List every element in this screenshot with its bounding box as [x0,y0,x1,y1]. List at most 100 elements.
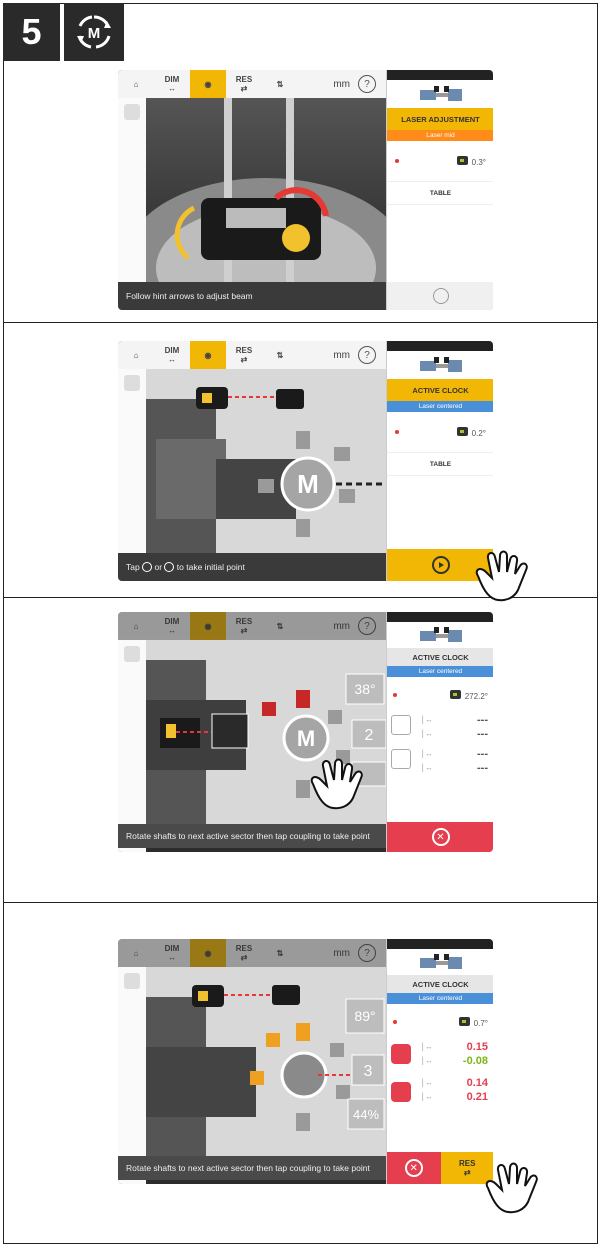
horizontal-icon [391,749,411,769]
view-icon[interactable] [124,973,140,989]
sensor-reading: 0.3° [387,141,493,181]
side-panel: LASER ADJUSTMENT Laser mid 0.3° TABLE [386,70,493,310]
toolbar: ⌂ DIM ↔ ◉ RES ⇄ ⇅ mm ? [118,341,386,370]
side-panel: ACTIVE CLOCK Laser centered 0.7° │↔ 0.15 … [386,939,493,1184]
laser-status: Laser mid [387,130,493,141]
table-button[interactable]: TABLE [387,181,493,205]
move-tab[interactable]: ⇅ [262,939,298,967]
tablet-initial-point: ⌂ DIM ↔ ◉ RES ⇄ ⇅ mm ? M Tap or to take … [118,341,493,581]
quality-percent: 44% [353,1107,379,1122]
results-arrow-icon: ⇄ [463,1168,471,1177]
tap-hand-icon [310,758,363,810]
move-tab[interactable]: ⇅ [262,70,298,98]
toolbar: ⌂ DIM ↔ ◉ RES ⇄ ⇅ mm ? [118,70,386,99]
home-icon[interactable]: ⌂ [118,70,154,98]
results-tab[interactable]: RES ⇄ [226,70,262,98]
toolbar: ⌂ DIM ↔ ◉ RES ⇄ ⇅ mm ? [118,612,386,641]
results-tab[interactable]: RES ⇄ [226,612,262,640]
units-label[interactable]: mm [333,79,350,90]
help-icon[interactable]: ? [358,75,376,93]
laser-dot [393,693,397,697]
cancel-button[interactable]: ✕ [387,822,493,852]
record-icon [142,562,153,572]
measure-tab[interactable]: ◉ [190,612,226,640]
laser-status: Laser centered [387,993,493,1004]
laser-dot [393,1020,397,1024]
hint-caption: Rotate shafts to next active sector then… [118,1156,386,1180]
side-panel: ACTIVE CLOCK Laser centered 272.2° │↔ ---… [386,612,493,852]
coupling-label: M [297,726,315,751]
measure-tab[interactable]: ◉ [190,939,226,967]
results-table: │↔ --- │↔ --- │↔ --- │↔ --- [387,713,493,783]
bottom-actions: ✕ RES ⇄ [387,1152,493,1184]
sensor-icon [456,155,468,165]
measure-mode-icon: M [64,3,124,61]
status-bar [387,939,493,949]
status-bar [387,70,493,80]
side-toolbar [118,640,146,852]
home-icon[interactable]: ⌂ [118,612,154,640]
help-icon[interactable]: ? [358,617,376,635]
home-icon[interactable]: ⌂ [118,939,154,967]
tablet-rotate-shafts-2: ⌂ DIM ↔ ◉ RES ⇄ ⇅ mm ? 89° 3 44% Rotate … [118,939,493,1184]
side-toolbar [118,98,146,310]
sensor-reading: 0.2° [387,412,493,452]
view-icon[interactable] [124,375,140,391]
hint-caption: Rotate shafts to next active sector then… [118,824,386,848]
3d-scene: M [146,369,386,581]
view-icon[interactable] [124,646,140,662]
vertical-icon [391,715,411,735]
3d-scene: 89° 3 44% [146,967,386,1160]
tap-hand-icon [485,1162,538,1214]
laser-dot [395,430,399,434]
results-table: │↔ 0.15 │↔ -0.08 │↔ 0.14 │↔ 0.21 [387,1040,493,1116]
step-number: 5 [3,3,60,61]
results-tab[interactable]: RES ⇄ [226,939,262,967]
mode-header: ACTIVE CLOCK [387,648,493,666]
point-count: 2 [365,727,374,744]
machine-icon [387,949,493,975]
status-bar [387,612,493,622]
machine-icon [387,351,493,379]
angle-readout: 89° [354,1008,375,1024]
close-icon: ✕ [431,828,450,846]
move-tab[interactable]: ⇅ [262,612,298,640]
units-label[interactable]: mm [333,621,350,632]
coupling-icon [164,562,175,572]
3d-scene [146,98,386,310]
tap-hand-icon [475,550,528,602]
measure-tab[interactable]: ◉ [190,341,226,369]
cancel-button[interactable]: ✕ [387,1152,441,1184]
status-bar [387,341,493,351]
measure-tab[interactable]: ◉ [190,70,226,98]
machine-icon [387,80,493,108]
view-icon[interactable] [124,104,140,120]
mode-header: LASER ADJUSTMENT [387,108,493,130]
point-count: 3 [364,1063,373,1080]
take-point-button[interactable] [387,282,493,310]
machine-icon [387,622,493,648]
record-icon [431,556,450,574]
results-tab[interactable]: RES ⇄ [226,341,262,369]
laser-status: Laser centered [387,401,493,412]
units-label[interactable]: mm [333,350,350,361]
help-icon[interactable]: ? [358,346,376,364]
dimensions-tab[interactable]: DIM ↔ [154,70,190,98]
units-label[interactable]: mm [333,948,350,959]
dimensions-tab[interactable]: DIM ↔ [154,939,190,967]
home-icon[interactable]: ⌂ [118,341,154,369]
close-icon: ✕ [404,1159,423,1177]
table-button[interactable]: TABLE [387,452,493,476]
mode-header: ACTIVE CLOCK [387,379,493,401]
move-tab[interactable]: ⇅ [262,341,298,369]
laser-dot [395,159,399,163]
angle-readout: 38° [354,681,375,697]
help-icon[interactable]: ? [358,944,376,962]
mode-header: ACTIVE CLOCK [387,975,493,993]
dimensions-tab[interactable]: DIM ↔ [154,341,190,369]
laser-status: Laser centered [387,666,493,677]
coupling-label: M [297,469,319,499]
dimensions-tab[interactable]: DIM ↔ [154,612,190,640]
tablet-laser-adjustment: ⌂ DIM ↔ ◉ RES ⇄ ⇅ mm ? Follow hint arrows … [118,70,493,310]
sensor-reading: 272.2° [387,677,493,713]
